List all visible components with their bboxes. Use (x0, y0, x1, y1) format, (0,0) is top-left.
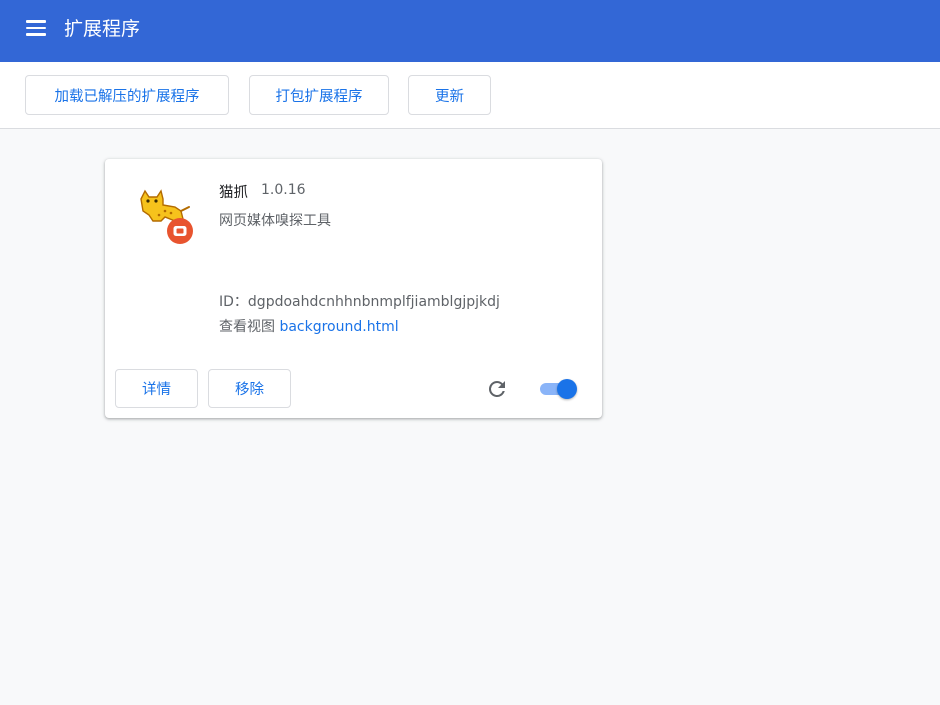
extension-id: ID：dgpdoahdcnhhnbnmplfjiamblgjpjkdj (219, 291, 500, 311)
reload-icon[interactable] (485, 377, 509, 401)
load-unpacked-button[interactable]: 加载已解压的扩展程序 (25, 75, 229, 115)
extension-description: 网页媒体嗅探工具 (219, 213, 331, 229)
inspect-views-label: 查看视图 (219, 319, 275, 335)
cat-catch-icon (140, 189, 193, 244)
inspect-views: 查看视图 background.html (219, 316, 399, 336)
extension-id-value: dgpdoahdcnhhnbnmplfjiamblgjpjkdj (247, 294, 500, 310)
toggle-thumb (557, 379, 577, 399)
details-button[interactable]: 详情 (115, 369, 198, 408)
background-page-link[interactable]: background.html (279, 319, 398, 335)
app-header: 扩展程序 (0, 0, 940, 62)
pack-extension-button[interactable]: 打包扩展程序 (249, 75, 389, 115)
extension-version: 1.0.16 (261, 182, 306, 198)
enable-toggle[interactable] (538, 378, 580, 400)
extension-id-label: ID： (219, 294, 248, 310)
extension-card: 猫抓 1.0.16 网页媒体嗅探工具 ID：dgpdoahdcnhhnbnmpl… (105, 159, 602, 418)
developer-toolbar: 加载已解压的扩展程序 打包扩展程序 更新 (0, 62, 940, 129)
extension-name: 猫抓 (219, 185, 248, 201)
remove-button[interactable]: 移除 (208, 369, 291, 408)
hamburger-menu-icon[interactable] (26, 19, 48, 37)
page-title: 扩展程序 (64, 18, 141, 40)
update-button[interactable]: 更新 (408, 75, 491, 115)
